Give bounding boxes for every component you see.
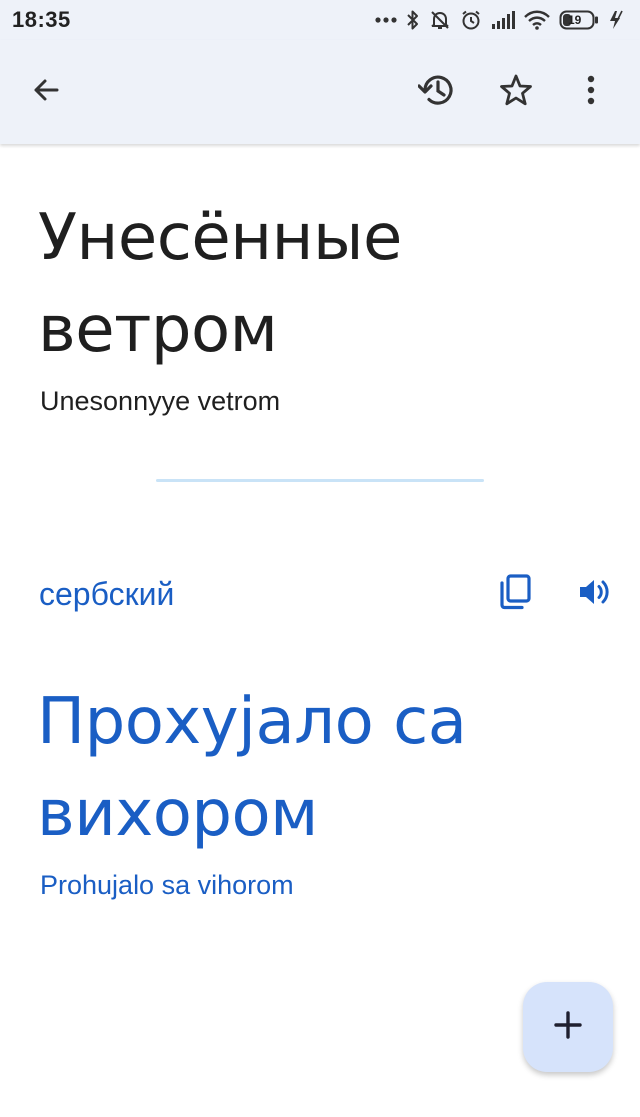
listen-button[interactable]: [569, 570, 621, 618]
speaker-icon: [577, 576, 613, 613]
battery-level: 19: [568, 13, 582, 27]
more-vert-icon: [587, 75, 595, 110]
app-bar: [0, 40, 640, 144]
alarm-icon: [460, 9, 482, 31]
screen: 18:35 19 Унесённые ветром Unesonnyye vet…: [0, 0, 640, 1117]
signal-icon: [491, 11, 515, 29]
star-icon: [499, 73, 533, 112]
target-language-label: сербский: [39, 576, 175, 612]
back-button[interactable]: [18, 64, 74, 120]
battery-icon: 19: [559, 10, 599, 30]
translation-text[interactable]: Прохујало са вихором: [37, 676, 607, 860]
more-dots-icon: [375, 17, 397, 23]
favorite-button[interactable]: [488, 64, 544, 120]
more-options-button[interactable]: [563, 64, 619, 120]
copy-icon: [498, 573, 532, 615]
history-button[interactable]: [409, 64, 465, 120]
history-icon: [417, 72, 456, 113]
charging-icon: [608, 10, 626, 30]
divider: [156, 479, 484, 482]
source-transliteration: Unesonnyye vetrom: [40, 386, 281, 416]
back-arrow-icon: [30, 74, 62, 111]
status-time: 18:35: [12, 7, 71, 32]
status-icons: 19: [375, 9, 626, 31]
status-bar: 18:35 19: [0, 0, 640, 40]
wifi-icon: [524, 10, 550, 30]
source-text[interactable]: Унесённые ветром: [38, 192, 598, 376]
bluetooth-icon: [406, 9, 420, 31]
add-button[interactable]: [523, 982, 613, 1072]
translation-transliteration: Prohujalo sa vihorom: [40, 870, 294, 900]
copy-button[interactable]: [491, 570, 539, 618]
plus-icon: [553, 1010, 583, 1045]
muted-bell-icon: [429, 9, 451, 31]
